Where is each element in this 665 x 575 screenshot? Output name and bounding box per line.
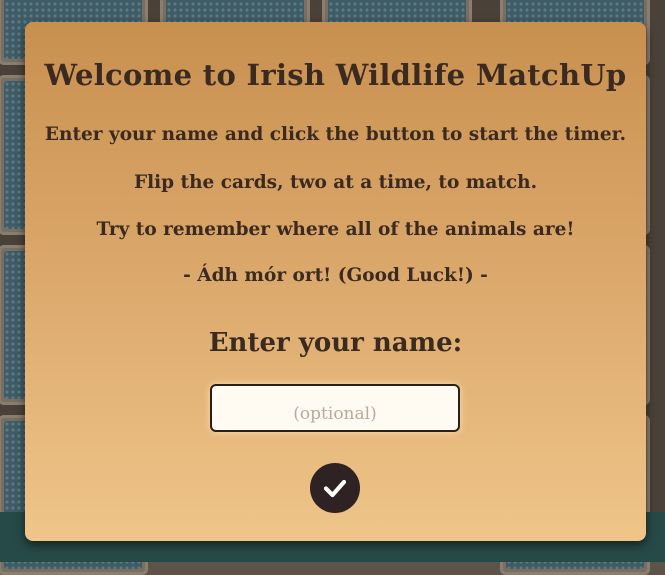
- instruction-line: Enter your name and click the button to …: [44, 124, 627, 145]
- good-luck-line: - Ádh mór ort! (Good Luck!) -: [183, 265, 488, 286]
- instruction-line: Try to remember where all of the animals…: [96, 219, 575, 240]
- confirm-button[interactable]: [310, 463, 360, 513]
- name-input[interactable]: [210, 384, 460, 432]
- name-label: Enter your name:: [208, 328, 463, 358]
- checkmark-icon: [323, 479, 347, 498]
- modal-title: Welcome to Irish Wildlife MatchUp: [44, 58, 627, 92]
- welcome-modal: Welcome to Irish Wildlife MatchUp Enter …: [25, 22, 646, 541]
- instruction-line: Flip the cards, two at a time, to match.: [133, 172, 538, 193]
